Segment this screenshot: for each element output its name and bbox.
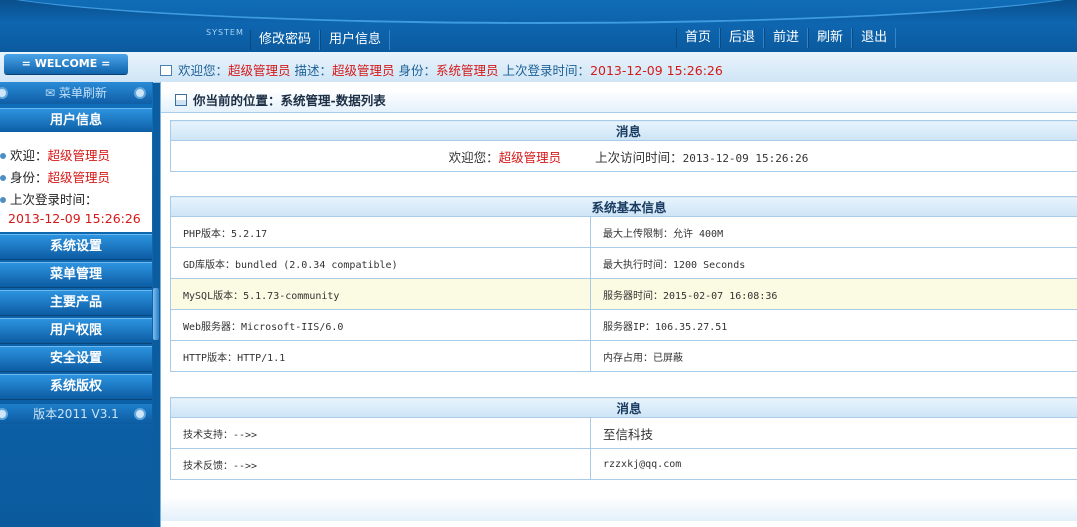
- back-link[interactable]: 后退: [720, 28, 765, 48]
- version-label: 版本2011 V3.1: [0, 404, 152, 424]
- user-info-panel: 欢迎：超级管理员 身份：超级管理员 上次登录时间： 2013-12-09 15:…: [0, 132, 152, 232]
- last-login-label: 上次登录时间：: [502, 63, 591, 78]
- table-row: HTTP版本：HTTP/1.1 内存占用：已屏蔽: [170, 340, 1077, 372]
- sidebar-item-system-settings[interactable]: 系统设置: [0, 234, 152, 260]
- mail-icon: ✉: [45, 86, 59, 100]
- server-ip-cell: 服务器IP：106.35.27.51: [589, 309, 1077, 341]
- header-arc: [0, 0, 1077, 24]
- tech-support-cell: 技术支持：-->>: [170, 417, 591, 449]
- message-last-visit-value: 2013-12-09 15:26:26: [682, 151, 809, 165]
- table-row: PHP版本：5.2.17 最大上传限制：允许 400M: [170, 216, 1077, 248]
- main-content: 你当前的位置：系统管理-数据列表 消息 欢迎您：超级管理员 上次访问时间：201…: [160, 82, 1077, 527]
- tech-feedback-cell: 技术反馈：-->>: [170, 448, 591, 480]
- system-info-title: 系统基本信息: [169, 196, 1077, 217]
- php-version-cell: PHP版本：5.2.17: [170, 216, 591, 248]
- bullet-icon: [0, 408, 8, 420]
- web-server-cell: Web服务器：Microsoft-IIS/6.0: [170, 309, 591, 341]
- welcome-badge: = WELCOME =: [4, 54, 128, 74]
- table-row: 技术反馈：-->> rzzxkj@qq.com: [170, 448, 1077, 480]
- greet-label: 欢迎您：: [178, 63, 229, 78]
- home-link[interactable]: 首页: [676, 28, 721, 48]
- change-password-link[interactable]: 修改密码: [250, 30, 321, 50]
- message-welcome-label: 欢迎您：: [448, 149, 499, 165]
- last-login-value: 2013-12-09 15:26:26: [590, 63, 723, 78]
- table-row: MySQL版本：5.1.73-community 服务器时间：2015-02-0…: [170, 278, 1077, 310]
- support-table: 消息 技术支持：-->> 至信科技 技术反馈：-->> rzzxkj@qq.co…: [169, 397, 1077, 480]
- bullet-icon: [134, 408, 146, 420]
- http-version-cell: HTTP版本：HTTP/1.1: [170, 340, 591, 372]
- window-icon: [175, 94, 187, 106]
- user-info-link[interactable]: 用户信息: [320, 30, 391, 50]
- mysql-version-cell: MySQL版本：5.1.73-community: [170, 278, 591, 310]
- bullet-icon: [0, 197, 6, 203]
- message-table-title: 消息: [170, 120, 1077, 141]
- sidebar: ✉ 菜单刷新 用户信息 欢迎：超级管理员 身份：超级管理员 上次登录时间： 20…: [0, 82, 153, 527]
- sidebar-item-main-products[interactable]: 主要产品: [0, 290, 152, 316]
- max-upload-cell: 最大上传限制：允许 400M: [589, 216, 1077, 248]
- user-welcome-value: 超级管理员: [47, 148, 111, 163]
- logout-link[interactable]: 退出: [852, 28, 897, 48]
- sidebar-item-menu-management[interactable]: 菜单管理: [0, 262, 152, 288]
- bullet-icon: [0, 175, 6, 181]
- server-time-cell: 服务器时间：2015-02-07 16:08:36: [589, 278, 1077, 310]
- sidebar-item-security-settings[interactable]: 安全设置: [0, 346, 152, 372]
- greet-value: 超级管理员: [228, 63, 291, 78]
- sidebar-collapse-handle[interactable]: [153, 288, 159, 340]
- message-row: 欢迎您：超级管理员 上次访问时间：2013-12-09 15:26:26: [170, 140, 1077, 172]
- memory-usage-cell: 内存占用：已屏蔽: [589, 340, 1077, 372]
- message-last-visit-label: 上次访问时间：: [595, 149, 683, 165]
- desc-value: 超级管理员: [332, 63, 395, 78]
- screen-icon: [160, 65, 172, 76]
- user-role-value: 超级管理员: [47, 170, 111, 185]
- welcome-bar: = WELCOME = 欢迎您：超级管理员 描述：超级管理员 身份：系统管理员 …: [0, 52, 1077, 83]
- support-table-title: 消息: [169, 397, 1077, 418]
- sidebar-item-user-permissions[interactable]: 用户权限: [0, 318, 152, 344]
- version-text: 版本2011 V3.1: [33, 407, 119, 421]
- bullet-icon: [0, 87, 8, 99]
- user-last-login-value: 2013-12-09 15:26:26: [8, 211, 141, 226]
- sidebar-item-copyright[interactable]: 系统版权: [0, 374, 152, 400]
- welcome-info: 欢迎您：超级管理员 描述：超级管理员 身份：系统管理员 上次登录时间：2013-…: [160, 60, 723, 79]
- table-row: 技术支持：-->> 至信科技: [170, 417, 1077, 449]
- top-nav-right: 首页 后退 前进 刷新 退出: [676, 28, 897, 48]
- tech-feedback-email[interactable]: rzzxkj@qq.com: [589, 448, 1077, 480]
- refresh-link[interactable]: 刷新: [808, 28, 853, 48]
- menu-refresh-button[interactable]: ✉ 菜单刷新: [0, 82, 152, 104]
- gd-version-cell: GD库版本：bundled (2.0.34 compatible): [170, 247, 591, 279]
- desc-label: 描述：: [294, 63, 333, 78]
- role-label: 身份：: [398, 63, 437, 78]
- top-header: SYSTEM 修改密码 用户信息 首页 后退 前进 刷新 退出: [0, 0, 1077, 52]
- table-row: GD库版本：bundled (2.0.34 compatible) 最大执行时间…: [170, 247, 1077, 279]
- top-nav-left: 修改密码 用户信息: [250, 30, 391, 50]
- user-welcome-label: 欢迎：: [10, 148, 48, 163]
- bullet-icon: [0, 153, 6, 159]
- tech-support-value: 至信科技: [589, 417, 1077, 449]
- footer-strip: [161, 497, 1077, 521]
- breadcrumb: 你当前的位置：系统管理-数据列表: [161, 90, 1077, 113]
- table-row: Web服务器：Microsoft-IIS/6.0 服务器IP：106.35.27…: [170, 309, 1077, 341]
- system-info-table: 系统基本信息 PHP版本：5.2.17 最大上传限制：允许 400M GD库版本…: [169, 196, 1077, 372]
- message-welcome-value: 超级管理员: [498, 149, 562, 165]
- forward-link[interactable]: 前进: [764, 28, 809, 48]
- breadcrumb-text: 你当前的位置：系统管理-数据列表: [193, 93, 386, 108]
- message-table: 消息 欢迎您：超级管理员 上次访问时间：2013-12-09 15:26:26: [170, 120, 1077, 172]
- bullet-icon: [134, 87, 146, 99]
- system-label: SYSTEM: [206, 28, 244, 37]
- user-role-label: 身份：: [10, 170, 48, 185]
- sidebar-head-user-info[interactable]: 用户信息: [0, 108, 152, 134]
- role-value: 系统管理员: [436, 63, 499, 78]
- menu-refresh-label: 菜单刷新: [58, 86, 107, 100]
- user-last-login-label: 上次登录时间：: [10, 192, 98, 207]
- max-exec-time-cell: 最大执行时间：1200 Seconds: [589, 247, 1077, 279]
